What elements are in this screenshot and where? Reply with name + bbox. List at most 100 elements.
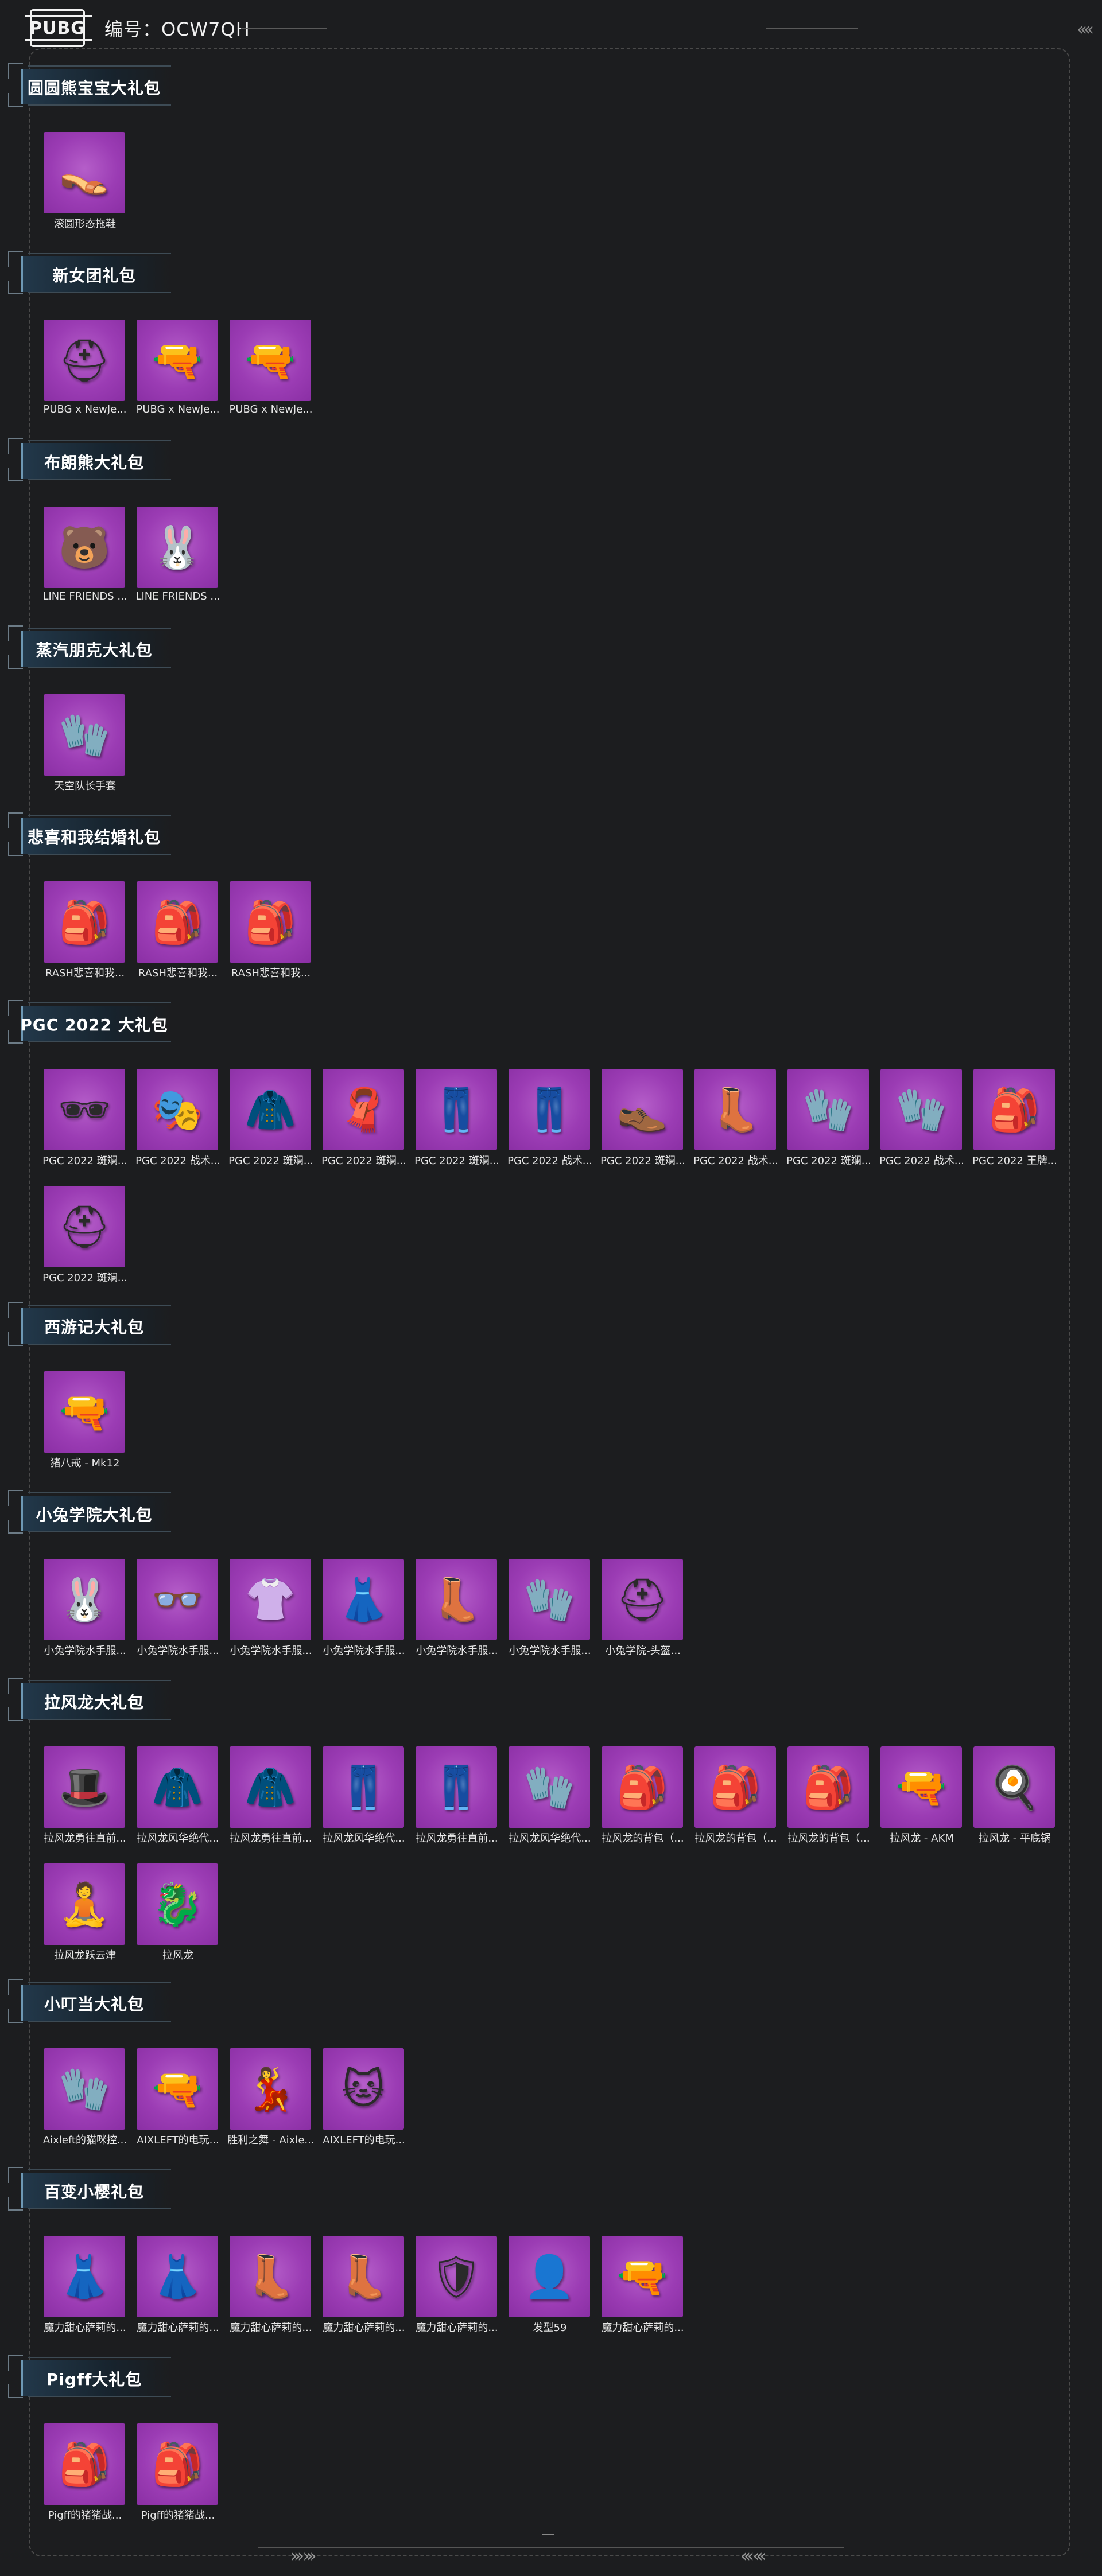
item-thumbnail[interactable]: 👤 xyxy=(509,2236,590,2317)
item-card[interactable]: 🎒 RASH悲喜和我... xyxy=(230,881,312,985)
item-card[interactable]: 🧤 Aixleft的猫咪控... xyxy=(43,2048,127,2151)
item-card[interactable]: 💃 胜利之舞 - Aixle... xyxy=(227,2048,315,2151)
item-card[interactable]: 👚 小兔学院水手服... xyxy=(230,1559,312,1662)
item-thumbnail[interactable]: 🧣 xyxy=(323,1069,404,1150)
item-card[interactable]: 🧥 PGC 2022 斑斓... xyxy=(228,1069,313,1172)
item-thumbnail[interactable]: 👗 xyxy=(44,2236,125,2317)
item-thumbnail[interactable]: 🔫 xyxy=(44,1371,125,1453)
item-card[interactable]: 🎒 RASH悲喜和我... xyxy=(44,881,126,985)
item-thumbnail[interactable]: 👖 xyxy=(416,1746,497,1828)
item-card[interactable]: 👗 魔力甜心萨莉的... xyxy=(44,2236,126,2339)
item-thumbnail[interactable]: 💃 xyxy=(230,2048,311,2130)
item-thumbnail[interactable]: 🧤 xyxy=(880,1069,962,1150)
item-card[interactable]: 🧤 小兔学院水手服... xyxy=(509,1559,591,1662)
item-card[interactable]: ⛑ PUBG x NewJe... xyxy=(44,320,126,423)
item-thumbnail[interactable]: 👗 xyxy=(137,2236,218,2317)
item-thumbnail[interactable]: 🧤 xyxy=(787,1069,869,1150)
item-card[interactable]: 🧘 拉风龙跃云津 xyxy=(44,1863,126,1967)
item-thumbnail[interactable]: 👓 xyxy=(137,1559,218,1640)
item-thumbnail[interactable]: 🐱 xyxy=(323,2048,404,2130)
item-card[interactable]: ⛑ PGC 2022 斑斓... xyxy=(42,1186,127,1289)
item-card[interactable]: 👢 魔力甜心萨莉的... xyxy=(230,2236,312,2339)
item-thumbnail[interactable]: 🍳 xyxy=(973,1746,1055,1828)
item-card[interactable]: 🎒 Pigff的猪猪战... xyxy=(137,2423,219,2527)
item-card[interactable]: 👖 拉风龙勇往直前... xyxy=(416,1746,498,1850)
item-card[interactable]: 👖 PGC 2022 斑斓... xyxy=(414,1069,499,1172)
item-card[interactable]: 🧤 PGC 2022 战术... xyxy=(879,1069,964,1172)
item-thumbnail[interactable]: 🐉 xyxy=(137,1863,218,1945)
item-thumbnail[interactable]: 🎒 xyxy=(787,1746,869,1828)
item-card[interactable]: 🔫 PUBG x NewJe... xyxy=(230,320,312,423)
item-card[interactable]: 🎒 Pigff的猪猪战... xyxy=(44,2423,126,2527)
item-thumbnail[interactable]: 🛡 xyxy=(416,2236,497,2317)
item-thumbnail[interactable]: 🔫 xyxy=(230,320,311,401)
item-card[interactable]: 🕶 PGC 2022 斑斓... xyxy=(42,1069,127,1172)
item-thumbnail[interactable]: 🧥 xyxy=(137,1746,218,1828)
item-card[interactable]: 👞 PGC 2022 斑斓... xyxy=(600,1069,685,1172)
item-thumbnail[interactable]: 🎒 xyxy=(137,2423,218,2505)
item-card[interactable]: 🎒 拉风龙的背包（... xyxy=(694,1746,777,1850)
item-thumbnail[interactable]: 🎭 xyxy=(137,1069,218,1150)
item-thumbnail[interactable]: 🔫 xyxy=(137,320,218,401)
item-thumbnail[interactable]: ⛑ xyxy=(44,320,125,401)
item-thumbnail[interactable]: 🔫 xyxy=(137,2048,218,2130)
item-thumbnail[interactable]: 🧤 xyxy=(44,2048,125,2130)
item-card[interactable]: 🎒 拉风龙的背包（... xyxy=(602,1746,684,1850)
item-card[interactable]: 🛡 魔力甜心萨莉的... xyxy=(416,2236,498,2339)
item-thumbnail[interactable]: 🐰 xyxy=(137,507,218,588)
item-thumbnail[interactable]: 🐰 xyxy=(44,1559,125,1640)
item-card[interactable]: 🧥 拉风龙勇往直前... xyxy=(230,1746,312,1850)
item-thumbnail[interactable]: 🐻 xyxy=(44,507,125,588)
item-thumbnail[interactable]: 👚 xyxy=(230,1559,311,1640)
item-thumbnail[interactable]: 🎩 xyxy=(44,1746,125,1828)
item-thumbnail[interactable]: ⛑ xyxy=(44,1186,125,1267)
item-card[interactable]: 🔫 PUBG x NewJe... xyxy=(137,320,219,423)
item-card[interactable]: 🐻 LINE FRIENDS ... xyxy=(42,507,127,610)
item-thumbnail[interactable]: 🧤 xyxy=(509,1746,590,1828)
item-thumbnail[interactable]: 👢 xyxy=(230,2236,311,2317)
item-card[interactable]: 🧥 拉风龙风华绝代... xyxy=(137,1746,219,1850)
item-card[interactable]: 👖 PGC 2022 战术... xyxy=(507,1069,592,1172)
item-card[interactable]: 👗 小兔学院水手服... xyxy=(323,1559,405,1662)
item-card[interactable]: 🐉 拉风龙 xyxy=(137,1863,219,1967)
item-thumbnail[interactable]: 🎒 xyxy=(602,1746,683,1828)
item-card[interactable]: 🔫 猪八戒 - Mk12 xyxy=(44,1371,126,1474)
item-thumbnail[interactable]: 🔫 xyxy=(602,2236,683,2317)
item-thumbnail[interactable]: 🧤 xyxy=(509,1559,590,1640)
item-thumbnail[interactable]: 🕶 xyxy=(44,1069,125,1150)
item-thumbnail[interactable]: 🔫 xyxy=(880,1746,962,1828)
item-card[interactable]: 🧣 PGC 2022 斑斓... xyxy=(321,1069,406,1172)
item-card[interactable]: 🐱 AIXLEFT的电玩... xyxy=(323,2048,405,2151)
item-thumbnail[interactable]: 🎒 xyxy=(973,1069,1055,1150)
item-thumbnail[interactable]: 🎒 xyxy=(44,881,125,963)
item-thumbnail[interactable]: 👖 xyxy=(323,1746,404,1828)
item-thumbnail[interactable]: 👡 xyxy=(44,132,125,213)
item-card[interactable]: 🎒 PGC 2022 王牌... xyxy=(972,1069,1057,1172)
item-thumbnail[interactable]: 👢 xyxy=(323,2236,404,2317)
item-card[interactable]: 👓 小兔学院水手服... xyxy=(137,1559,219,1662)
item-card[interactable]: ⛑ 小兔学院-头盔... xyxy=(602,1559,684,1662)
item-card[interactable]: 🧤 PGC 2022 斑斓... xyxy=(786,1069,871,1172)
item-card[interactable]: 🔫 魔力甜心萨莉的... xyxy=(602,2236,684,2339)
item-card[interactable]: 🔫 AIXLEFT的电玩... xyxy=(137,2048,219,2151)
item-thumbnail[interactable]: 🧘 xyxy=(44,1863,125,1945)
item-thumbnail[interactable]: 👖 xyxy=(416,1069,497,1150)
item-card[interactable]: 👗 魔力甜心萨莉的... xyxy=(137,2236,219,2339)
item-thumbnail[interactable]: 🎒 xyxy=(137,881,218,963)
item-thumbnail[interactable]: 🎒 xyxy=(44,2423,125,2505)
item-thumbnail[interactable]: 👗 xyxy=(323,1559,404,1640)
item-card[interactable]: 👖 拉风龙风华绝代... xyxy=(323,1746,405,1850)
item-card[interactable]: 🐰 LINE FRIENDS ... xyxy=(135,507,220,610)
item-thumbnail[interactable]: 🧥 xyxy=(230,1746,311,1828)
item-card[interactable]: 👢 小兔学院水手服... xyxy=(416,1559,498,1662)
item-card[interactable]: 🎭 PGC 2022 战术... xyxy=(135,1069,220,1172)
item-card[interactable]: 🎒 RASH悲喜和我... xyxy=(137,881,219,985)
item-card[interactable]: 👢 PGC 2022 战术... xyxy=(693,1069,778,1172)
item-card[interactable]: 🎩 拉风龙勇往直前... xyxy=(44,1746,126,1850)
item-card[interactable]: 🍳 拉风龙 - 平底锅 xyxy=(973,1746,1056,1850)
item-thumbnail[interactable]: ⛑ xyxy=(602,1559,683,1640)
item-thumbnail[interactable]: 👢 xyxy=(416,1559,497,1640)
item-card[interactable]: 🐰 小兔学院水手服... xyxy=(44,1559,126,1662)
item-thumbnail[interactable]: 👞 xyxy=(602,1069,683,1150)
item-card[interactable]: 👡 滚圆形态拖鞋 xyxy=(44,132,126,235)
